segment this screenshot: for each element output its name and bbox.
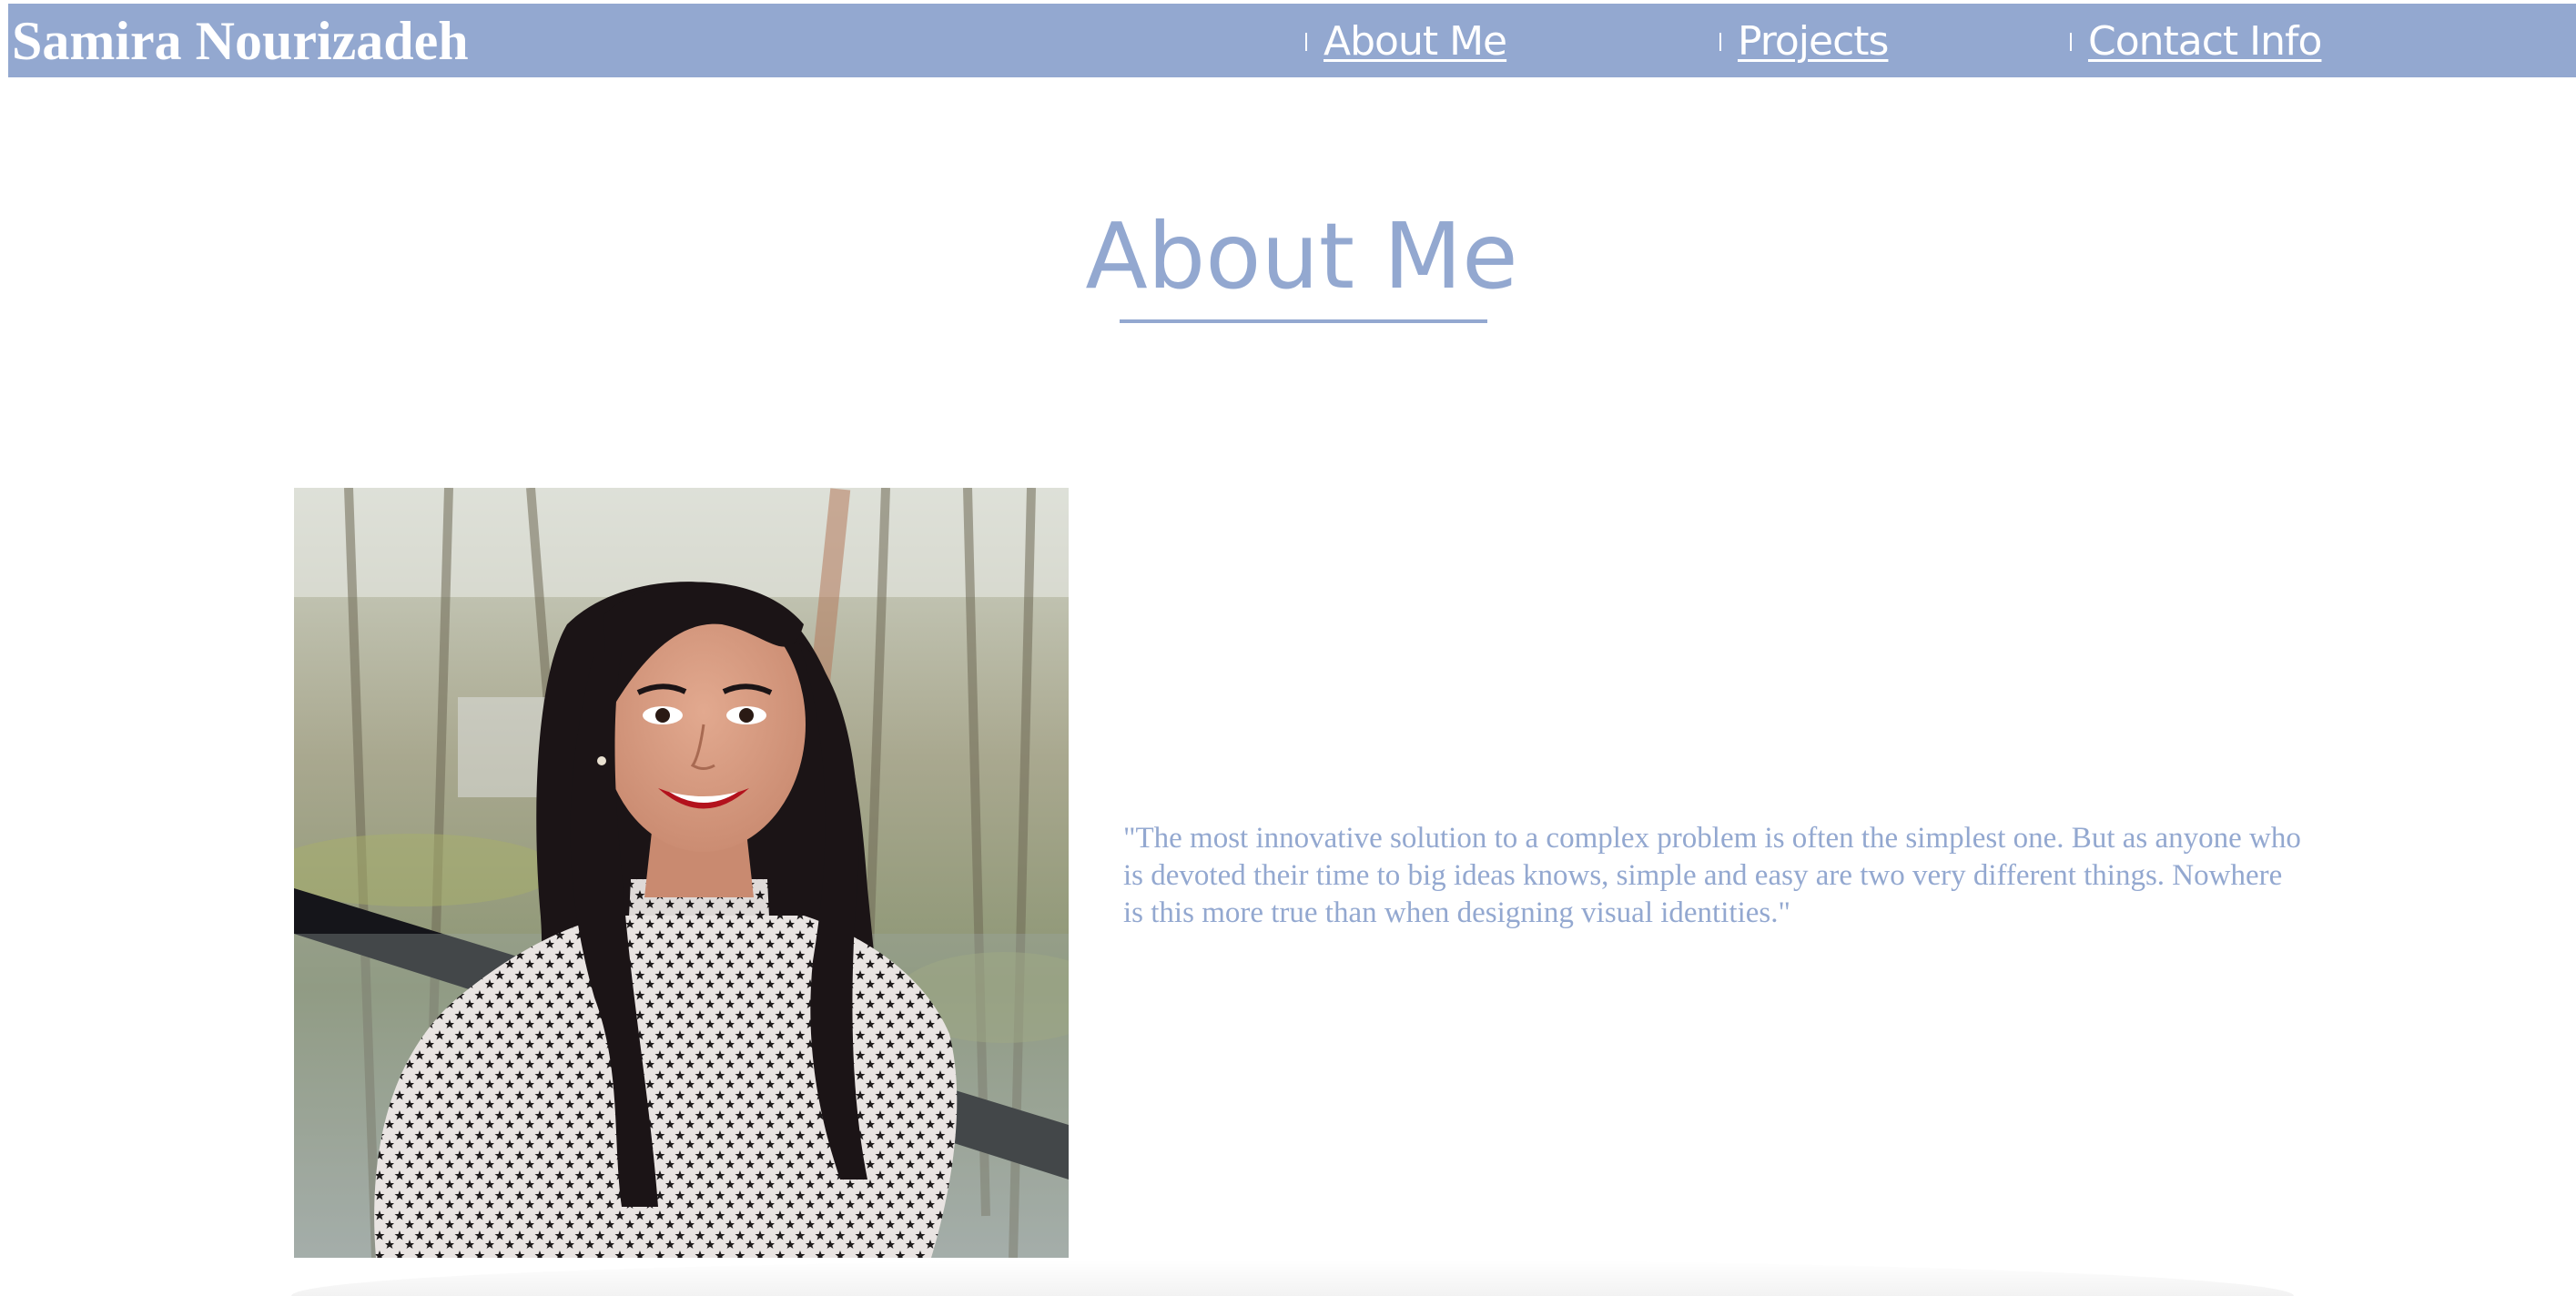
page-title: About Me (1085, 203, 1518, 309)
top-nav-bar: Samira Nourizadeh About Me Projects Cont… (8, 4, 2576, 77)
nav-item-projects: Projects (1719, 15, 1889, 69)
nav-link-about-me[interactable]: About Me (1323, 15, 1507, 69)
title-underline-divider (1120, 319, 1487, 323)
about-quote-text: "The most innovative solution to a compl… (1123, 822, 2301, 929)
nav-link-contact-info[interactable]: Contact Info (2088, 15, 2322, 69)
nav-link-projects[interactable]: Projects (1738, 15, 1889, 69)
section-bottom-shadow (291, 1260, 2294, 1296)
nav-item-about-me: About Me (1305, 15, 1507, 69)
profile-photo (294, 488, 1069, 1258)
site-brand-name[interactable]: Samira Nourizadeh (12, 9, 469, 73)
nav-item-contact-info: Contact Info (2070, 15, 2322, 69)
nav-separator (1305, 33, 1307, 51)
page: Samira Nourizadeh About Me Projects Cont… (0, 0, 2576, 1296)
nav-separator (1719, 33, 1721, 51)
nav-separator (2070, 33, 2072, 51)
